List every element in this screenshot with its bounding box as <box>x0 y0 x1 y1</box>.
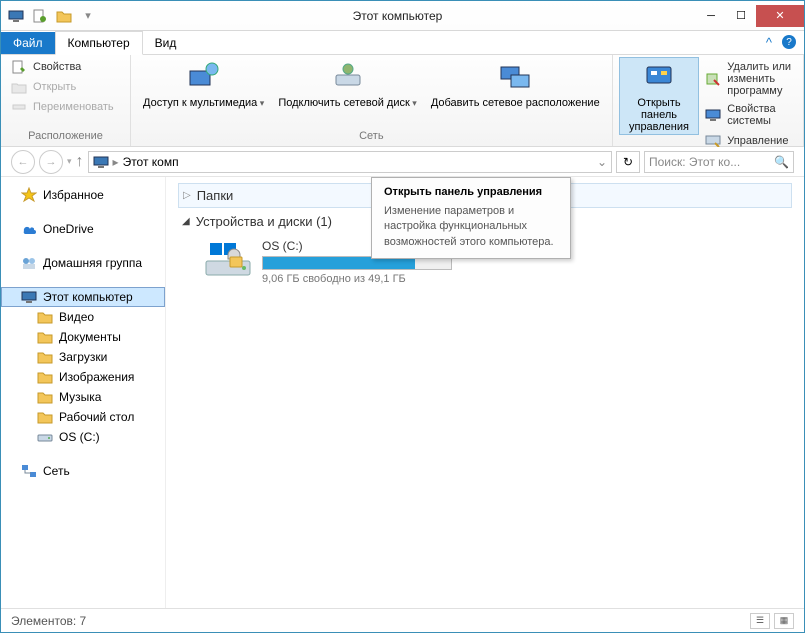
sidebar-music[interactable]: Музыка <box>1 387 165 407</box>
open-label: Открыть <box>33 81 76 93</box>
ribbon-collapse-icon[interactable]: ^ <box>766 35 772 50</box>
homegroup-icon <box>21 255 37 271</box>
uninstall-button[interactable]: Удалить или изменить программу <box>701 59 797 99</box>
open-icon <box>11 79 27 95</box>
expand-triangle-icon: ◢ <box>182 216 190 227</box>
manage-label: Управление <box>727 135 788 147</box>
onedrive-icon <box>21 221 37 237</box>
search-placeholder: Поиск: Этот ко... <box>649 155 774 169</box>
sysprops-label: Свойства системы <box>727 103 793 127</box>
folder-icon <box>37 309 53 325</box>
sidebar-documents[interactable]: Документы <box>1 327 165 347</box>
status-item-count: Элементов: 7 <box>11 614 86 628</box>
qat-newfolder-icon[interactable] <box>53 5 75 27</box>
network-icon <box>21 463 37 479</box>
sidebar-onedrive[interactable]: OneDrive <box>1 219 165 239</box>
qat-dropdown-icon[interactable]: ▾ <box>77 5 99 27</box>
sidebar-thispc[interactable]: Этот компьютер <box>1 287 165 307</box>
view-tiles-icon[interactable]: ▦ <box>774 613 794 629</box>
sidebar-homegroup[interactable]: Домашняя группа <box>1 253 165 273</box>
control-panel-label: Открыть панель управления <box>625 97 694 133</box>
media-access-button[interactable]: Доступ к мультимедиа <box>137 57 270 111</box>
group-location-label: Расположение <box>7 128 124 146</box>
folder-icon <box>37 369 53 385</box>
nav-back-button[interactable]: ← <box>11 150 35 174</box>
sidebar-network[interactable]: Сеть <box>1 461 165 481</box>
content-pane: ▷ Папки ◢ Устройства и диски (1) OS (C:) <box>166 177 804 608</box>
netdrive-icon <box>332 61 364 93</box>
nav-recent-dropdown[interactable]: ▾ <box>67 156 72 167</box>
control-panel-button[interactable]: Открыть панель управления <box>619 57 700 135</box>
folder-icon <box>37 389 53 405</box>
rename-button: Переименовать <box>7 97 124 117</box>
properties-label: Свойства <box>33 61 81 73</box>
close-button[interactable]: ✕ <box>756 5 804 27</box>
group-network-label: Сеть <box>137 128 606 146</box>
tab-view[interactable]: Вид <box>143 32 189 54</box>
folder-icon <box>37 329 53 345</box>
view-details-icon[interactable]: ☰ <box>750 613 770 629</box>
media-icon <box>188 61 220 93</box>
sidebar-favorites[interactable]: Избранное <box>1 185 165 205</box>
netdrive-label: Подключить сетевой диск <box>278 97 417 109</box>
os-drive-icon <box>204 239 252 279</box>
pc-icon <box>21 289 37 305</box>
tooltip-body: Изменение параметров и настройка функцио… <box>384 204 558 250</box>
collapse-triangle-icon: ▷ <box>183 190 191 201</box>
maximize-button[interactable]: ☐ <box>726 5 756 27</box>
system-props-button[interactable]: Свойства системы <box>701 101 797 129</box>
pc-icon <box>93 154 109 170</box>
address-bar[interactable]: ▸ Этот комп ⌄ <box>88 151 612 173</box>
uninstall-label: Удалить или изменить программу <box>727 61 793 97</box>
rename-icon <box>11 99 27 115</box>
drive-icon <box>37 429 53 445</box>
control-panel-tooltip: Открыть панель управления Изменение пара… <box>371 177 571 259</box>
nav-forward-button[interactable]: → <box>39 150 63 174</box>
sidebar-downloads[interactable]: Загрузки <box>1 347 165 367</box>
star-icon <box>21 187 37 203</box>
minimize-button[interactable]: ─ <box>696 5 726 27</box>
properties-icon <box>11 59 27 75</box>
map-netdrive-button[interactable]: Подключить сетевой диск <box>272 57 423 111</box>
open-button: Открыть <box>7 77 124 97</box>
add-netloc-button[interactable]: Добавить сетевое расположение <box>425 57 606 111</box>
folder-icon <box>37 349 53 365</box>
tab-file[interactable]: Файл <box>1 32 55 54</box>
drive-free-text: 9,06 ГБ свободно из 49,1 ГБ <box>262 273 452 285</box>
rename-label: Переименовать <box>33 101 114 113</box>
sidebar-osc[interactable]: OS (C:) <box>1 427 165 447</box>
sidebar-desktop[interactable]: Рабочий стол <box>1 407 165 427</box>
address-text: Этот комп <box>123 155 179 169</box>
folder-icon <box>37 409 53 425</box>
qat-properties-icon[interactable] <box>29 5 51 27</box>
properties-button[interactable]: Свойства <box>7 57 124 77</box>
netloc-label: Добавить сетевое расположение <box>431 97 600 109</box>
media-label: Доступ к мультимедиа <box>143 97 264 109</box>
sidebar: Избранное OneDrive Домашняя группа Этот … <box>1 177 166 608</box>
refresh-button[interactable]: ↻ <box>616 151 640 173</box>
qat-pc-icon[interactable] <box>5 5 27 27</box>
help-icon[interactable]: ? <box>782 35 796 49</box>
sysprops-icon <box>705 107 721 123</box>
search-icon: 🔍 <box>774 155 789 169</box>
tab-computer[interactable]: Компьютер <box>55 31 143 55</box>
sidebar-pictures[interactable]: Изображения <box>1 367 165 387</box>
window-title: Этот компьютер <box>99 9 696 23</box>
sidebar-videos[interactable]: Видео <box>1 307 165 327</box>
uninstall-icon <box>705 71 721 87</box>
nav-up-button[interactable]: ↑ <box>76 153 84 171</box>
search-input[interactable]: Поиск: Этот ко... 🔍 <box>644 151 794 173</box>
netloc-icon <box>499 61 531 93</box>
tooltip-title: Открыть панель управления <box>384 186 558 198</box>
control-panel-icon <box>643 61 675 93</box>
